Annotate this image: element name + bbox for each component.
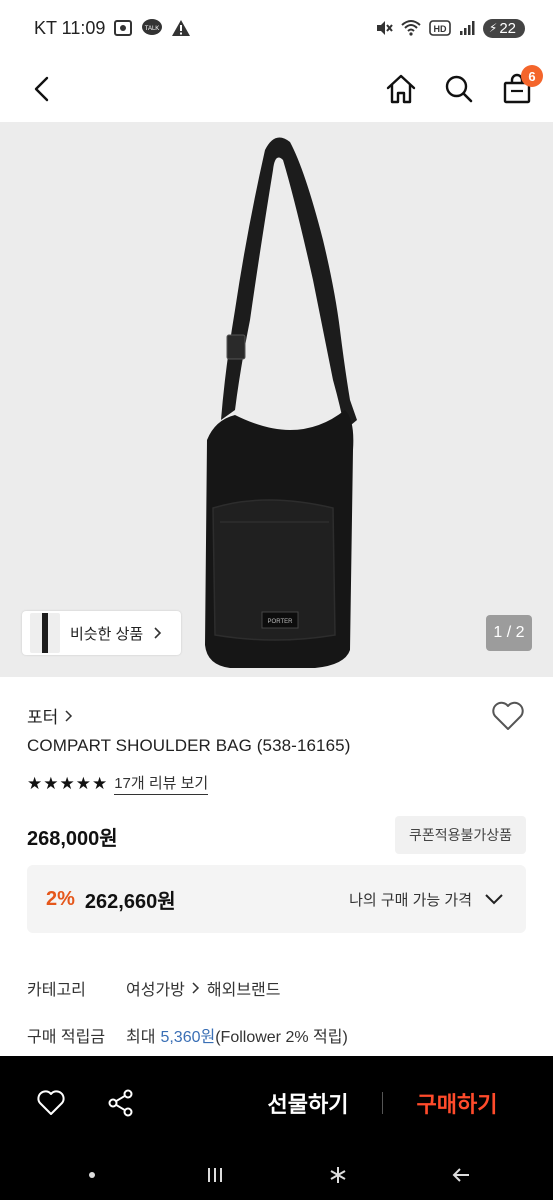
points-value: 5,360원 (160, 1029, 216, 1046)
review-link[interactable]: 17개 리뷰 보기 (114, 772, 209, 795)
share-icon (108, 1089, 133, 1117)
chevron-right-icon (154, 627, 162, 639)
discount-price: 262,660원 (84, 890, 176, 913)
asterisk-icon (330, 1167, 346, 1183)
brand-name: 포터 (27, 708, 59, 727)
points-prefix: 최대 (126, 1029, 156, 1046)
page-indicator: 1 / 2 (486, 615, 532, 651)
home-button[interactable] (383, 71, 419, 107)
status-bar: KT 11:09 TALK HD ⚡ 22 (0, 0, 553, 56)
screen-record-icon (113, 18, 133, 38)
svg-text:HD: HD (433, 24, 446, 34)
chevron-right-icon (65, 709, 73, 722)
hd-icon: HD (429, 20, 451, 36)
signal-icon (459, 20, 475, 36)
recent-apps-icon (207, 1168, 222, 1182)
mute-icon (375, 19, 393, 37)
brand-link[interactable]: 포터 (27, 703, 74, 728)
svg-text:TALK: TALK (145, 26, 160, 32)
action-divider (382, 1092, 383, 1114)
gift-button[interactable]: 선물하기 (253, 1056, 363, 1150)
points-row: 구매 적립금 최대 5,360원 (Follower 2% 적립) (27, 1023, 348, 1047)
back-arrow-icon (452, 1168, 470, 1182)
app-header: 6 (0, 56, 553, 122)
my-price-label: 나의 구매 가능 가격 (349, 891, 472, 909)
chevron-right-icon (192, 982, 199, 994)
bottom-wishlist-button[interactable] (36, 1088, 66, 1118)
battery-level: 22 (499, 19, 516, 37)
product-gallery[interactable]: PORTER 비슷한 상품 1 / 2 (0, 122, 553, 677)
product-image: PORTER (205, 137, 357, 668)
points-label: 구매 적립금 (27, 1029, 106, 1046)
chevron-down-icon (485, 894, 503, 905)
back-nav-button[interactable] (431, 1155, 491, 1195)
heart-icon (37, 1090, 65, 1115)
search-button[interactable] (441, 71, 477, 107)
heart-icon (492, 701, 524, 730)
talk-icon: TALK (141, 18, 163, 38)
warning-icon (171, 19, 191, 37)
category-row: 카테고리 여성가방 해외브랜드 (27, 976, 281, 1000)
similar-thumbnail (30, 613, 60, 653)
nav-dot-button[interactable] (62, 1155, 122, 1195)
wishlist-button[interactable] (491, 701, 525, 736)
discount-percent: 2% (46, 887, 75, 910)
action-bar: 선물하기 구매하기 (0, 1056, 553, 1150)
back-icon (34, 76, 49, 102)
wifi-icon (401, 19, 421, 37)
my-price-label-wrap: 나의 구매 가능 가격 (349, 889, 504, 910)
points-suffix: (Follower 2% 적립) (215, 1029, 348, 1046)
rating-row: ★★★★★ 17개 리뷰 보기 (27, 772, 209, 795)
product-name: COMPART SHOULDER BAG (538-16165) (27, 736, 351, 755)
buy-button[interactable]: 구매하기 (402, 1056, 512, 1150)
category-level-2[interactable]: 해외브랜드 (207, 976, 281, 1000)
bag-logo: PORTER (268, 619, 294, 625)
back-button[interactable] (24, 71, 60, 107)
cart-button[interactable]: 6 (499, 65, 543, 107)
system-nav-bar (0, 1150, 553, 1200)
cart-badge: 6 (521, 65, 543, 87)
category-level-1[interactable]: 여성가방 (126, 976, 185, 1000)
similar-products-label: 비슷한 상품 (70, 625, 144, 643)
search-icon (445, 75, 473, 103)
similar-products-button[interactable]: 비슷한 상품 (22, 611, 182, 655)
my-price-box[interactable]: 2% 262,660원 나의 구매 가능 가격 (27, 865, 526, 933)
home-nav-button[interactable] (308, 1155, 368, 1195)
coupon-tag: 쿠폰적용불가상품 (394, 816, 526, 854)
product-price: 268,000원 (27, 828, 118, 850)
battery-icon: ⚡ 22 (482, 18, 525, 38)
carrier-time: KT 11:09 (34, 17, 106, 38)
category-label: 카테고리 (27, 982, 86, 999)
home-icon (386, 74, 416, 104)
rating-stars: ★★★★★ (27, 773, 109, 793)
recent-apps-button[interactable] (185, 1155, 245, 1195)
dot-icon (88, 1172, 95, 1178)
share-button[interactable] (106, 1088, 136, 1118)
